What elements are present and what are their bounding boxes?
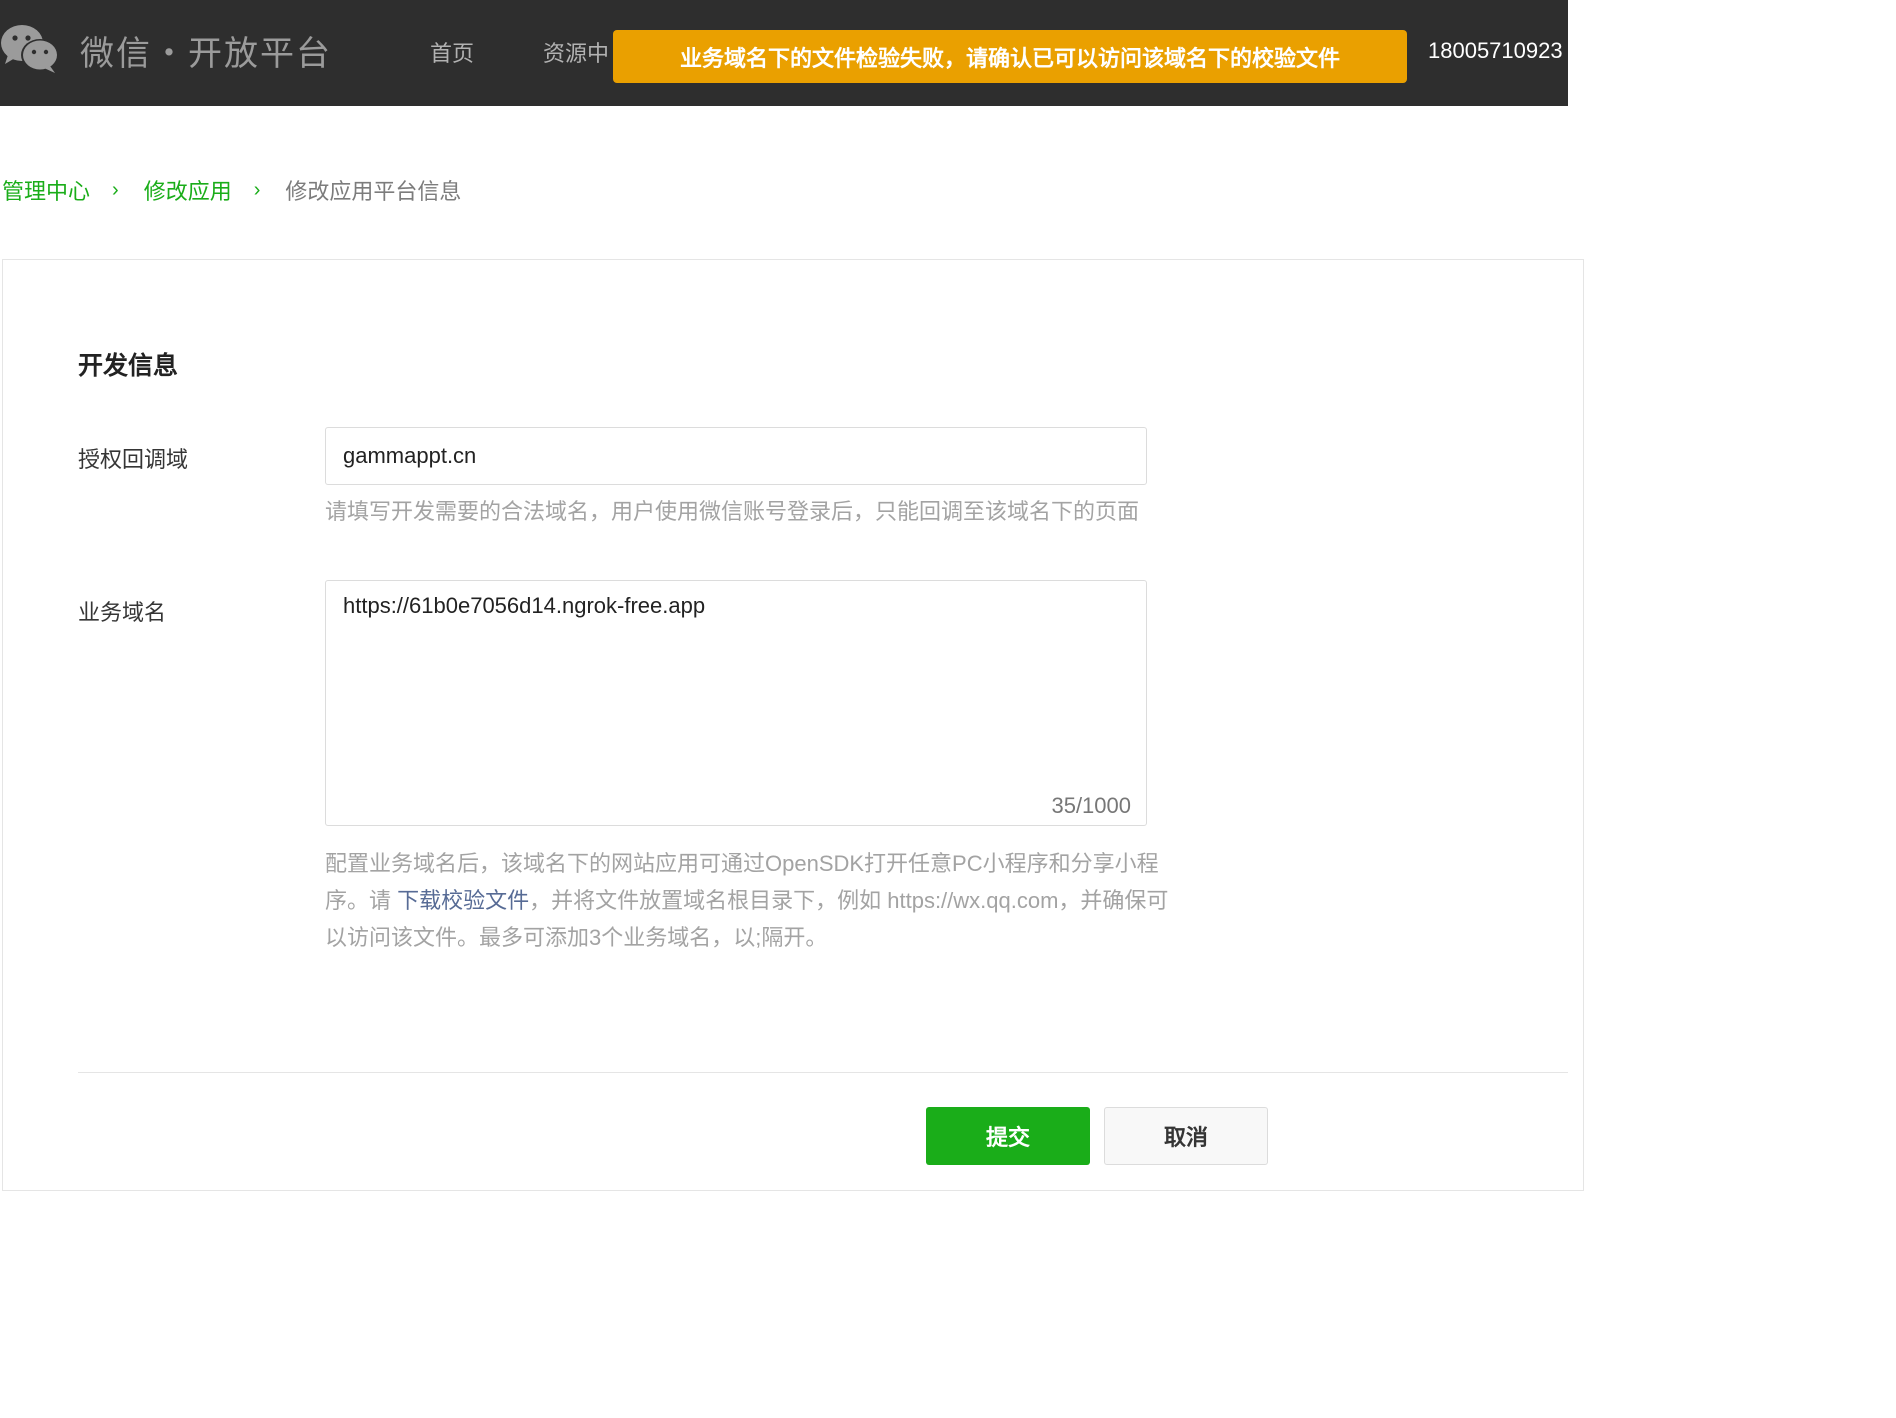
submit-button[interactable]: 提交	[926, 1107, 1090, 1165]
business-domain-field: https://61b0e7056d14.ngrok-free.app 35/1…	[325, 580, 1147, 826]
business-domain-textarea[interactable]: https://61b0e7056d14.ngrok-free.app	[326, 581, 1146, 825]
breadcrumb-management-center[interactable]: 管理中心	[2, 174, 90, 206]
error-toast-message: 业务域名下的文件检验失败，请确认已可以访问该域名下的校验文件	[679, 45, 1340, 71]
platform-logo-text[interactable]: 微信・开放平台	[80, 26, 332, 75]
cancel-button[interactable]: 取消	[1104, 1107, 1268, 1165]
error-toast: 业务域名下的文件检验失败，请确认已可以访问该域名下的校验文件	[613, 30, 1407, 83]
nav-home[interactable]: 首页	[430, 36, 474, 68]
character-counter: 35/1000	[1051, 793, 1131, 818]
breadcrumb-current-page: 修改应用平台信息	[285, 179, 462, 204]
wechat-icon[interactable]	[0, 22, 62, 76]
divider	[78, 1072, 1568, 1073]
chevron-right-icon: ›	[253, 178, 261, 201]
download-verification-file-link[interactable]: 下载校验文件	[397, 888, 529, 913]
breadcrumb: 管理中心 › 修改应用 › 修改应用平台信息	[2, 172, 461, 208]
section-title: 开发信息	[78, 352, 179, 380]
business-domain-label: 业务域名	[78, 600, 167, 625]
chevron-right-icon: ›	[112, 178, 119, 201]
account-phone[interactable]: 18005710923	[1428, 38, 1563, 64]
breadcrumb-edit-app[interactable]: 修改应用	[144, 174, 232, 206]
auth-domain-label: 授权回调域	[78, 447, 189, 472]
nav-resources[interactable]: 资源中	[543, 36, 609, 68]
top-navigation-bar: 微信・开放平台 首页 资源中 18005710923 业务域名下的文件检验失败，…	[0, 0, 1568, 106]
business-domain-hint: 配置业务域名后，该域名下的网站应用可通过OpenSDK打开任意PC小程序和分享小…	[325, 845, 1185, 956]
auth-domain-hint: 请填写开发需要的合法域名，用户使用微信账号登录后，只能回调至该域名下的页面	[325, 499, 1140, 524]
auth-domain-input[interactable]	[325, 427, 1147, 485]
